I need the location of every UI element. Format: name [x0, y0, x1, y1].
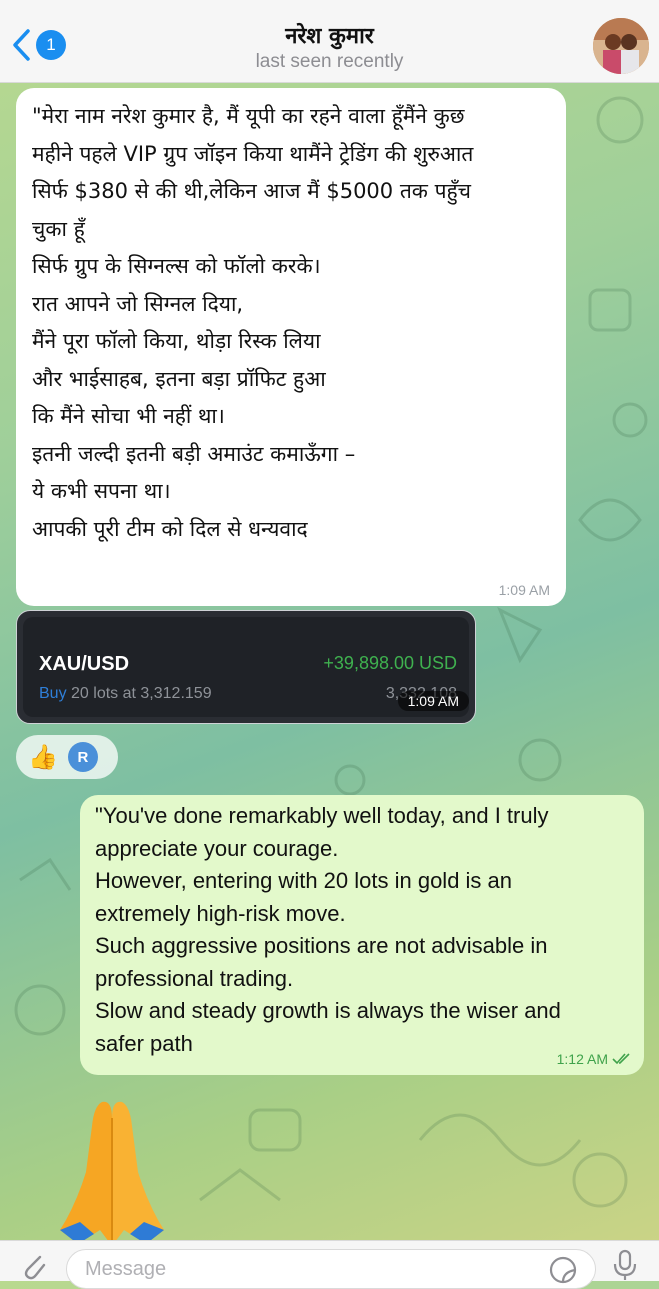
message-line: चुका हूँ — [32, 216, 85, 241]
trade-side: Buy — [39, 685, 67, 702]
message-line: However, entering with 20 lots in gold i… — [95, 868, 513, 893]
message-line: Slow and steady growth is always the wis… — [95, 998, 561, 1023]
attach-icon[interactable] — [18, 1249, 48, 1281]
message-line: professional trading. — [95, 965, 294, 991]
message-line: extremely high-risk move. — [95, 900, 346, 926]
trade-profit: +39,898.00 USD — [323, 653, 457, 673]
incoming-message-text: "मेरा नाम नरेश कुमार है, मैं यूपी का रहन… — [32, 100, 557, 550]
incoming-message-bubble[interactable]: "मेरा नाम नरेश कुमार है, मैं यूपी का रहन… — [16, 88, 566, 606]
image-timestamp: 1:09 AM — [397, 691, 469, 711]
message-reaction[interactable]: 👍 R — [16, 735, 118, 779]
folded-hands-emoji[interactable] — [60, 1098, 164, 1246]
message-line: और भाईसाहब, इतना बड़ा प्रॉफिट हुआ — [32, 366, 326, 391]
contact-avatar[interactable] — [593, 18, 649, 74]
trade-lots: 20 lots at 3,312.159 — [71, 685, 212, 702]
message-line: मैंने पूरा फॉलो किया, थोड़ा रिस्क लिया — [32, 329, 321, 353]
message-line: इतनी जल्दी इतनी बड़ी अमाउंट कमाऊँगा – — [32, 441, 356, 466]
double-check-icon — [612, 1053, 630, 1065]
trade-detail: Buy 20 lots at 3,312.159 — [39, 685, 212, 703]
trade-symbol: XAU/USD — [39, 653, 130, 675]
message-line: आपकी पूरी टीम को दिल से धन्यवाद — [32, 516, 308, 541]
reactor-avatar: R — [67, 742, 98, 772]
contact-name[interactable]: नरेश कुमार — [0, 20, 659, 50]
message-timestamp: 1:12 AM — [556, 1051, 608, 1067]
microphone-icon[interactable] — [612, 1249, 638, 1281]
outgoing-timestamp: 1:12 AM — [557, 1051, 632, 1067]
message-timestamp: 1:09 AM — [498, 582, 550, 598]
outgoing-message-bubble[interactable]: "You've done remarkably well today, and … — [80, 795, 644, 1075]
message-line: Such aggressive positions are not advisa… — [95, 933, 548, 958]
message-input[interactable]: Message — [66, 1249, 596, 1289]
message-line: ये कभी सपना था। — [32, 479, 171, 503]
message-line: "You've done remarkably well today, and … — [95, 803, 549, 828]
message-line: appreciate your courage. — [95, 835, 339, 861]
avatar-photo — [593, 18, 649, 74]
sticker-icon[interactable] — [548, 1255, 578, 1285]
message-line: कि मैंने सोचा भी नहीं था। — [32, 404, 225, 428]
contact-status: last seen recently — [255, 51, 404, 72]
message-line: safer path — [95, 1030, 193, 1056]
message-line: महीने पहले VIP ग्रुप जॉइन किया थामैंने ट… — [32, 141, 474, 166]
message-line: रात आपने जो सिग्नल दिया, — [32, 291, 244, 316]
message-line: "मेरा नाम नरेश कुमार है, मैं यूपी का रहन… — [32, 104, 465, 128]
trade-screenshot-image[interactable]: XAU/USD +39,898.00 USD Buy 20 lots at 3,… — [16, 610, 476, 724]
message-line: सिर्फ ग्रुप के सिग्नल्स को फॉलो करके। — [32, 254, 321, 278]
thumbs-up-emoji: 👍 — [28, 743, 58, 771]
message-composer: Message — [0, 1240, 659, 1289]
chat-header: 1 नरेश कुमार last seen recently — [0, 0, 659, 83]
message-line: सिर्फ $380 से की थी,लेकिन आज मैं $5000 त… — [32, 179, 472, 203]
outgoing-message-text: "You've done remarkably well today, and … — [95, 800, 630, 1060]
